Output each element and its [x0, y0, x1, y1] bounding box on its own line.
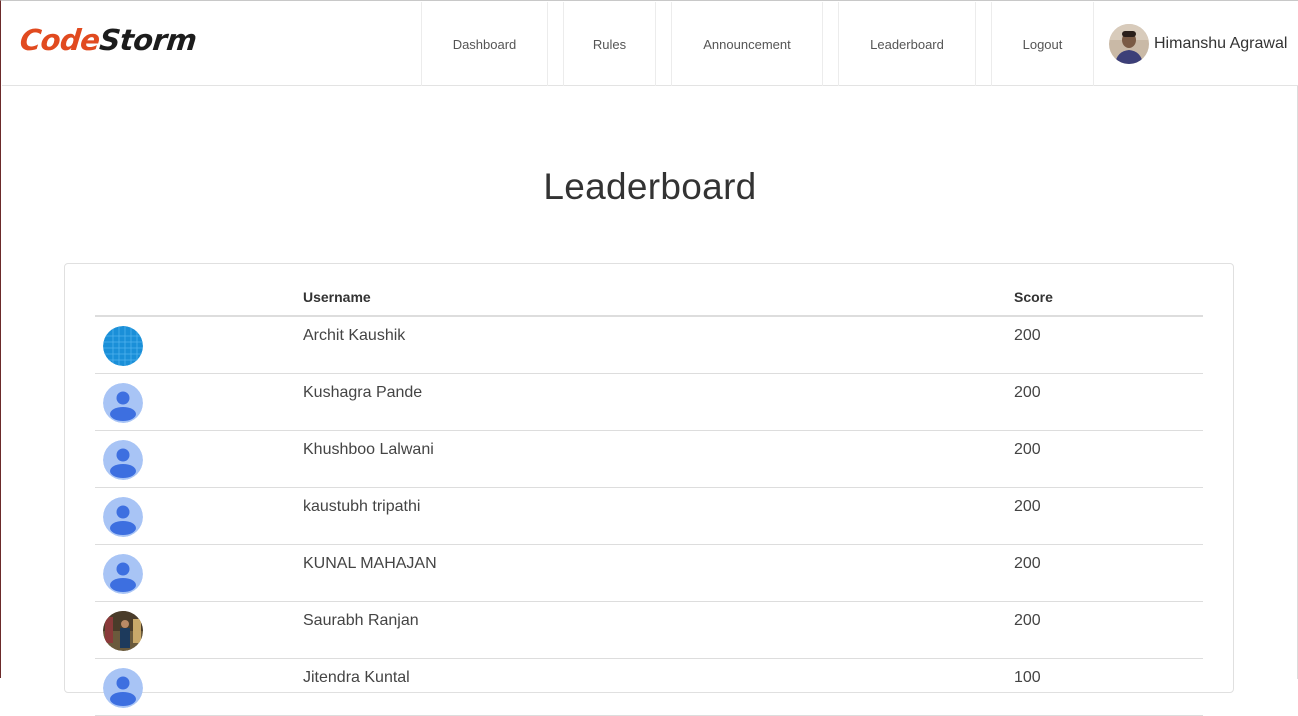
nav-leaderboard[interactable]: Leaderboard [838, 2, 976, 86]
photo-avatar-icon [103, 611, 143, 651]
globe-avatar-icon [103, 326, 143, 366]
table-row: Khushboo Lalwani 200 [95, 431, 1203, 488]
navbar: Code Storm Dashboard Rules Announcement L… [2, 2, 1298, 86]
leaderboard-card: Username Score Archit Kaushik 200 Kushag… [64, 263, 1234, 716]
table-row: Kushagra Pande 200 [95, 374, 1203, 431]
default-person-avatar-icon [103, 497, 143, 537]
nav-menu: Dashboard Rules Announcement Leaderboard… [421, 2, 1094, 86]
user-avatar [1109, 24, 1149, 64]
table-row: KUNAL MAHAJAN 200 [95, 545, 1203, 602]
column-header-username: Username [303, 289, 371, 305]
user-profile-menu[interactable]: Himanshu Agrawal [1093, 2, 1298, 86]
table-row: Jitendra Kuntal 100 [95, 659, 1203, 716]
row-username: Saurabh Ranjan [303, 612, 419, 629]
table-header: Username Score [95, 284, 1203, 317]
column-header-score: Score [1014, 289, 1053, 305]
nav-logout[interactable]: Logout [991, 2, 1094, 86]
default-person-avatar-icon [103, 440, 143, 480]
row-username: KUNAL MAHAJAN [303, 555, 437, 572]
row-score: 100 [1014, 669, 1041, 686]
row-username: Khushboo Lalwani [303, 441, 434, 458]
browser-frame: Code Storm Dashboard Rules Announcement L… [0, 0, 1298, 716]
table-row: Archit Kaushik 200 [95, 317, 1203, 374]
user-name: Himanshu Agrawal [1154, 35, 1288, 52]
nav-dashboard[interactable]: Dashboard [421, 2, 548, 86]
default-person-avatar-icon [103, 383, 143, 423]
nav-announcement[interactable]: Announcement [671, 2, 823, 86]
row-username: Jitendra Kuntal [303, 669, 410, 686]
default-person-avatar-icon [103, 668, 143, 708]
logo-part-storm: Storm [97, 23, 199, 57]
row-username: Kushagra Pande [303, 384, 423, 401]
leaderboard-table: Username Score Archit Kaushik 200 Kushag… [95, 284, 1203, 716]
nav-rules[interactable]: Rules [563, 2, 656, 86]
row-score: 200 [1014, 612, 1041, 629]
row-score: 200 [1014, 327, 1041, 344]
user-photo-icon [1109, 24, 1149, 64]
codestorm-logo[interactable]: Code Storm [18, 22, 198, 58]
table-row: Saurabh Ranjan 200 [95, 602, 1203, 659]
page-title: Leaderboard [543, 166, 757, 207]
row-score: 200 [1014, 441, 1041, 458]
logo-part-code: Code [18, 23, 102, 57]
table-row: kaustubh tripathi 200 [95, 488, 1203, 545]
default-person-avatar-icon [103, 554, 143, 594]
row-score: 200 [1014, 498, 1041, 515]
row-score: 200 [1014, 384, 1041, 401]
row-score: 200 [1014, 555, 1041, 572]
row-username: Archit Kaushik [303, 327, 406, 344]
row-username: kaustubh tripathi [303, 498, 421, 515]
